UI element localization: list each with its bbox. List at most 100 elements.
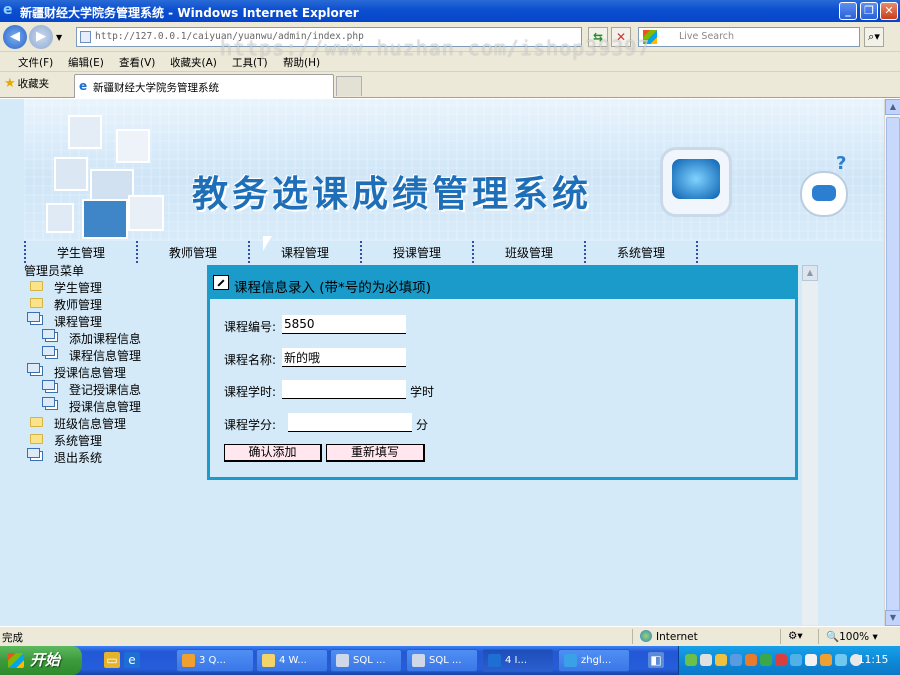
- course-hours-input[interactable]: [282, 380, 406, 399]
- course-name-input[interactable]: [282, 348, 406, 367]
- tray-icon[interactable]: [745, 654, 757, 666]
- tray-icon[interactable]: [685, 654, 697, 666]
- decor-cube: [68, 115, 102, 149]
- sidebar-item-label: 课程信息管理: [69, 349, 142, 363]
- form-title-bar: 课程信息录入 (带*号的为必填项): [210, 268, 795, 300]
- tray-icon[interactable]: [700, 654, 712, 666]
- zone-label: Internet: [656, 631, 698, 643]
- favorites-button[interactable]: ★ 收藏夹: [4, 76, 49, 94]
- reset-button[interactable]: 重新填写: [326, 444, 425, 462]
- minimize-button[interactable]: _: [839, 2, 857, 20]
- search-placeholder: Live Search: [679, 31, 735, 42]
- sidebar-item-label: 学生管理: [54, 281, 103, 295]
- sidebar-item-label: 退出系统: [54, 451, 103, 465]
- tray-icon[interactable]: [805, 654, 817, 666]
- taskbar-item-sql-1[interactable]: SQL ...: [330, 649, 402, 672]
- course-name-label: 课程名称:: [224, 353, 277, 367]
- tray-icon[interactable]: [775, 654, 787, 666]
- submit-button[interactable]: 确认添加: [224, 444, 322, 462]
- nav-divider: [696, 241, 698, 263]
- status-text: 完成: [2, 632, 23, 644]
- tray-icon[interactable]: [730, 654, 742, 666]
- show-desktop-icon[interactable]: ◧: [648, 652, 664, 668]
- taskbar-item-qq[interactable]: 3 Q...: [176, 649, 254, 672]
- course-credit-input[interactable]: [288, 413, 412, 432]
- task-label: 3 Q...: [199, 655, 226, 666]
- page-scrollbar[interactable]: ▲ ▼: [884, 99, 900, 626]
- scroll-down-icon[interactable]: ▼: [885, 610, 900, 626]
- scroll-up-icon[interactable]: ▲: [885, 99, 900, 115]
- star-icon: ★: [4, 76, 16, 91]
- protected-mode-icon[interactable]: ⚙▾: [788, 630, 803, 642]
- close-button[interactable]: ✕: [880, 2, 898, 20]
- menu-file[interactable]: 文件(F): [18, 55, 53, 70]
- start-label: 开始: [30, 651, 61, 669]
- browser-tab[interactable]: e 新疆财经大学院务管理系统: [74, 74, 334, 98]
- qq-icon: [182, 654, 195, 667]
- taskbar: 开始 ▭ e 3 Q... 4 W... SQL ... SQL ... 4 I…: [0, 646, 900, 675]
- nav-student[interactable]: 学生管理: [24, 241, 136, 263]
- start-button[interactable]: 开始: [0, 646, 82, 675]
- window-icon: [42, 380, 58, 393]
- window-icon: [42, 346, 58, 359]
- ie-quicklaunch-icon[interactable]: e: [124, 652, 140, 668]
- sidebar-item-label: 授课信息管理: [54, 366, 127, 380]
- search-button[interactable]: ⌕▾: [864, 27, 884, 47]
- globe-icon: [640, 630, 652, 642]
- course-id-input[interactable]: [282, 315, 406, 334]
- nav-label: 系统管理: [616, 246, 665, 260]
- ie-logo-icon: e: [3, 2, 13, 18]
- taskbar-item-ie[interactable]: 4 I...: [482, 649, 554, 672]
- zoom-level[interactable]: 🔍100% ▾: [826, 630, 878, 643]
- back-button[interactable]: ◀: [3, 25, 27, 49]
- ie-page-icon: e: [79, 79, 88, 93]
- scroll-up-icon[interactable]: ▲: [802, 265, 818, 281]
- status-divider: [818, 629, 819, 644]
- security-zone: Internet: [640, 630, 698, 643]
- mouse-cursor-icon: [262, 235, 273, 252]
- history-dropdown-icon[interactable]: ▼: [56, 33, 62, 42]
- robot-mascot-icon: [800, 171, 848, 217]
- form-title: 课程信息录入 (带*号的为必填项): [234, 280, 432, 296]
- menu-edit[interactable]: 编辑(E): [68, 55, 104, 70]
- tray-icon[interactable]: [820, 654, 832, 666]
- maximize-button[interactable]: ❐: [860, 2, 878, 20]
- tray-icon[interactable]: [760, 654, 772, 666]
- window-icon: [27, 448, 43, 461]
- edit-icon: [213, 275, 229, 290]
- folder-icon: [30, 281, 43, 291]
- forward-button[interactable]: ▶: [29, 25, 53, 49]
- tray-icon[interactable]: [835, 654, 847, 666]
- nav-teacher[interactable]: 教师管理: [136, 241, 248, 263]
- nav-label: 教师管理: [168, 246, 217, 260]
- search-box[interactable]: Live Search: [638, 27, 860, 47]
- sidebar-item-label: 教师管理: [54, 298, 103, 312]
- course-hours-label: 课程学时:: [224, 385, 277, 399]
- taskbar-item-folder[interactable]: 4 W...: [256, 649, 328, 672]
- folder-icon: [30, 434, 43, 444]
- taskbar-item-zhgl[interactable]: zhgl...: [558, 649, 630, 672]
- nav-label: 学生管理: [56, 246, 105, 260]
- decor-cube: [46, 203, 74, 233]
- task-label: SQL ...: [353, 655, 386, 666]
- nav-class[interactable]: 班级管理: [472, 241, 584, 263]
- status-divider: [780, 629, 781, 644]
- explorer-quicklaunch-icon[interactable]: ▭: [104, 652, 120, 668]
- menu-view[interactable]: 查看(V): [119, 55, 155, 70]
- task-label: 4 I...: [505, 655, 528, 666]
- frame-scrollbar[interactable]: ▲: [802, 265, 818, 625]
- decor-cube: [128, 195, 164, 231]
- status-bar: 完成 Internet ⚙▾ 🔍100% ▾: [0, 626, 900, 646]
- nav-teaching[interactable]: 授课管理: [360, 241, 472, 263]
- tv-mascot-icon: [660, 147, 732, 217]
- menu-favorites[interactable]: 收藏夹(A): [170, 55, 217, 70]
- tray-icon[interactable]: [790, 654, 802, 666]
- tray-icon[interactable]: [715, 654, 727, 666]
- new-tab-button[interactable]: [336, 76, 362, 96]
- decor-cube: [54, 157, 88, 191]
- scroll-thumb[interactable]: [886, 117, 900, 612]
- tab-title: 新疆财经大学院务管理系统: [93, 82, 219, 94]
- taskbar-item-sql-2[interactable]: SQL ...: [406, 649, 478, 672]
- nav-system[interactable]: 系统管理: [584, 241, 696, 263]
- page-icon: [80, 31, 91, 43]
